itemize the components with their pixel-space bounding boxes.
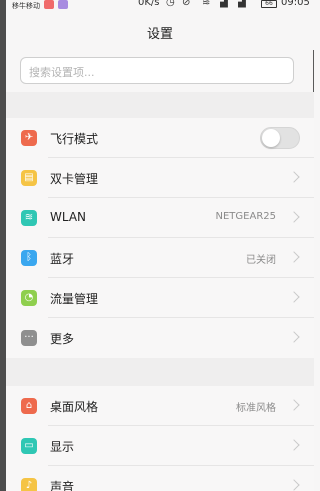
notification-app-icon: [58, 0, 68, 9]
bluetooth-icon: ᛒ: [21, 250, 37, 266]
battery-icon: 66: [261, 0, 277, 8]
setting-row-bluetooth[interactable]: ᛒ 蓝牙 已关闭: [6, 238, 314, 278]
page-title: 设置: [146, 27, 173, 42]
setting-label: 双卡管理: [50, 172, 99, 186]
vibrate-icon: ⊘: [182, 0, 191, 8]
status-bar: 移牛移动 0K/s ◷ ⊘ ≋ ▟ ▟ 66 09:05: [6, 0, 314, 14]
setting-value: NETGEAR25: [215, 211, 277, 222]
chevron-right-icon: [288, 211, 300, 223]
setting-label: 桌面风格: [50, 400, 99, 414]
setting-label: 更多: [50, 332, 75, 346]
home-icon: ⌂: [21, 398, 37, 414]
setting-value: 标准风格: [236, 403, 276, 414]
setting-row-dual-sim[interactable]: ▤ 双卡管理: [6, 158, 314, 198]
airplane-icon: ✈: [21, 130, 37, 146]
setting-label: 飞行模式: [50, 132, 99, 146]
speaker-icon: ♪: [21, 478, 37, 491]
more-dots-icon: ···: [21, 330, 37, 346]
search-input[interactable]: 搜索设置项...: [20, 57, 294, 84]
cell-signal-icon: ▟: [220, 0, 228, 8]
sim-card-icon: ▤: [21, 170, 37, 186]
chevron-right-icon: [288, 171, 300, 183]
setting-row-home-style[interactable]: ⌂ 桌面风格 标准风格: [6, 386, 314, 426]
display-icon: ▭: [21, 438, 37, 454]
notification-app-icon: [44, 0, 54, 9]
setting-row-data-usage[interactable]: ◔ 流量管理: [6, 278, 314, 318]
gauge-icon: ◔: [21, 290, 37, 306]
wifi-signal-icon: ≋: [202, 0, 211, 8]
setting-row-sound[interactable]: ♪ 声音: [6, 466, 314, 491]
settings-screen: 移牛移动 0K/s ◷ ⊘ ≋ ▟ ▟ 66 09:05 设置 搜索设置项...…: [0, 0, 314, 491]
chevron-right-icon: [288, 399, 300, 411]
airplane-mode-toggle[interactable]: [260, 127, 300, 149]
carrier-name: 移牛移动: [12, 2, 40, 10]
settings-group-network: ✈ 飞行模式 ▤ 双卡管理 ≋ WLAN NETGEAR25 ᛒ 蓝牙 已关闭 …: [6, 118, 314, 358]
search-placeholder: 搜索设置项...: [29, 66, 95, 79]
section-divider: [6, 358, 314, 386]
chevron-right-icon: [288, 479, 300, 491]
setting-label: 显示: [50, 440, 75, 454]
setting-row-more[interactable]: ··· 更多: [6, 318, 314, 358]
toggle-knob: [262, 129, 280, 147]
setting-row-wlan[interactable]: ≋ WLAN NETGEAR25: [6, 198, 314, 238]
setting-value: 已关闭: [246, 255, 276, 266]
header: 设置: [6, 14, 314, 50]
wifi-icon: ≋: [21, 210, 37, 226]
setting-label: 流量管理: [50, 292, 99, 306]
setting-row-airplane-mode[interactable]: ✈ 飞行模式: [6, 118, 314, 158]
chevron-right-icon: [288, 291, 300, 303]
setting-label: WLAN: [50, 210, 87, 224]
network-speed: 0K/s: [138, 0, 160, 8]
chevron-right-icon: [288, 439, 300, 451]
settings-group-device: ⌂ 桌面风格 标准风格 ▭ 显示 ♪ 声音: [6, 386, 314, 491]
cell-signal-icon: ▟: [238, 0, 246, 8]
clock: 09:05: [281, 0, 310, 8]
chevron-right-icon: [288, 331, 300, 343]
setting-label: 声音: [50, 480, 75, 491]
setting-row-display[interactable]: ▭ 显示: [6, 426, 314, 466]
section-divider: [6, 92, 314, 118]
chevron-right-icon: [288, 251, 300, 263]
alarm-icon: ◷: [166, 0, 175, 8]
setting-label: 蓝牙: [50, 252, 75, 266]
